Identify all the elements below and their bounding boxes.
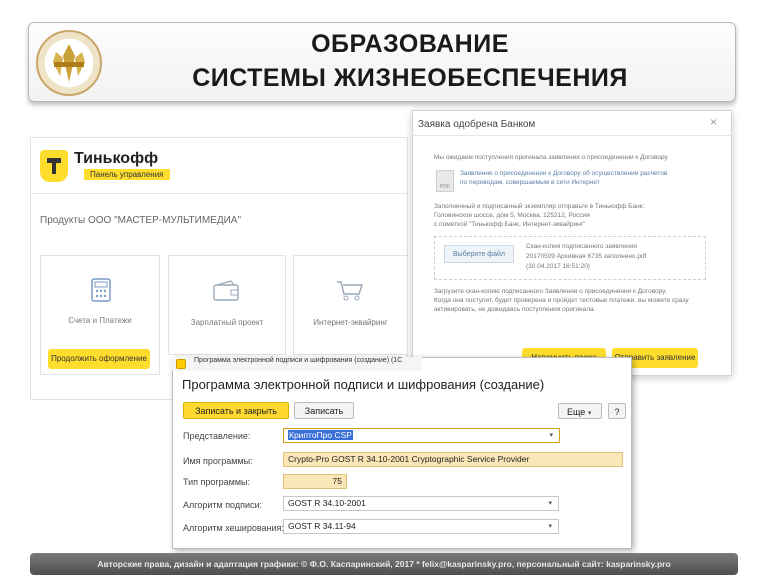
presentation-select[interactable]: КриптоПро CSP ▾	[283, 428, 560, 443]
field-label-sign-algorithm: Алгоритм подписи:	[183, 500, 263, 510]
card-label: Зарплатный проект	[190, 318, 264, 327]
cart-icon	[336, 280, 364, 307]
continue-application-button[interactable]: Продолжить оформление	[48, 349, 150, 369]
field-label-presentation: Представление:	[183, 431, 251, 441]
product-card-acquiring[interactable]: Интернет-эквайринг	[293, 255, 408, 355]
address-line: с пометкой "Тинькофф Банк, Интернет-эква…	[434, 221, 586, 228]
scan-filename: 20170509 Архивная 6735 заполнено.pdf	[526, 253, 647, 260]
product-card-payroll[interactable]: Зарплатный проект	[168, 255, 286, 355]
close-icon[interactable]: ×	[710, 115, 717, 129]
slide-title-line2: СИСТЕМЫ ЖИЗНЕОБЕСПЕЧЕНИЯ	[192, 64, 628, 92]
hash-algorithm-value: GOST R 34.11-94	[288, 521, 356, 531]
products-title: Продукты ООО "МАСТЕР-МУЛЬТИМЕДИА"	[40, 215, 242, 226]
wallet-icon	[213, 280, 241, 307]
divider	[412, 135, 732, 136]
upload-note: активировать, не дожидаясь поступления о…	[434, 306, 596, 313]
sign-algorithm-value: GOST R 34.10-2001	[288, 498, 366, 508]
save-button[interactable]: Записать	[294, 402, 354, 419]
program-type-input[interactable]: 75	[283, 474, 347, 489]
upload-note: Загрузите скан-копию подписанного Заявле…	[434, 288, 667, 295]
agreement-link-line2[interactable]: по переводам, совершаемым в сети Интерне…	[460, 179, 600, 187]
scan-timestamp: (30.04.2017 16:51:20)	[526, 263, 590, 270]
slide-footer: Авторские права, дизайн и адаптация граф…	[30, 553, 738, 575]
more-menu-button[interactable]: Еще ▾	[558, 403, 602, 419]
window-title: Программа электронной подписи и шифрован…	[172, 357, 422, 371]
modal-title: Заявка одобрена Банком	[418, 119, 536, 130]
card-label: Счета и Платежи	[68, 316, 132, 325]
field-label-program-type: Тип программы:	[183, 477, 251, 487]
agreement-link[interactable]: Заявление о присоединении к Договору об …	[460, 170, 667, 178]
panel-badge: Панель управления	[84, 169, 170, 180]
chevron-down-icon: ▾	[548, 500, 552, 507]
upload-note: Когда она поступит, будет проверена и пр…	[434, 297, 689, 304]
address-line: Заполненный и подписанный экземпляр отпр…	[434, 203, 645, 210]
divider	[30, 193, 408, 194]
help-button[interactable]: ?	[608, 403, 626, 419]
tinkoff-brand: Тинькофф	[74, 150, 159, 167]
pdf-file-icon: PDF	[436, 170, 454, 192]
hash-algorithm-select[interactable]: GOST R 34.11-94 ▾	[283, 519, 559, 534]
save-and-close-button[interactable]: Записать и закрыть	[183, 402, 289, 419]
modal-info-text: Мы ожидаем поступления оригинала заявлен…	[434, 154, 668, 161]
tinkoff-logo-icon	[40, 150, 68, 182]
calculator-icon	[91, 278, 111, 307]
slide-title-line1: ОБРАЗОВАНИЕ	[311, 30, 509, 58]
app-icon	[176, 359, 186, 369]
form-heading: Программа электронной подписи и шифрован…	[182, 377, 545, 392]
card-label: Интернет-эквайринг	[313, 318, 388, 327]
institution-logo	[36, 30, 102, 96]
field-label-hash-algorithm: Алгоритм хеширования:	[183, 523, 284, 533]
address-line: Головинское шоссе, дом 5, Москва, 125212…	[434, 212, 590, 219]
scan-label: Скан-копия подписанного заявления	[526, 243, 637, 250]
choose-file-button[interactable]: Выберите файл	[444, 245, 514, 263]
chevron-down-icon: ▾	[549, 432, 553, 439]
program-name-input[interactable]: Crypto-Pro GOST R 34.10-2001 Cryptograph…	[283, 452, 623, 467]
sign-algorithm-select[interactable]: GOST R 34.10-2001 ▾	[283, 496, 559, 511]
chevron-down-icon: ▾	[587, 410, 592, 417]
presentation-value: КриптоПро CSP	[288, 430, 353, 440]
chevron-down-icon: ▾	[548, 523, 552, 530]
field-label-program-name: Имя программы:	[183, 456, 253, 466]
